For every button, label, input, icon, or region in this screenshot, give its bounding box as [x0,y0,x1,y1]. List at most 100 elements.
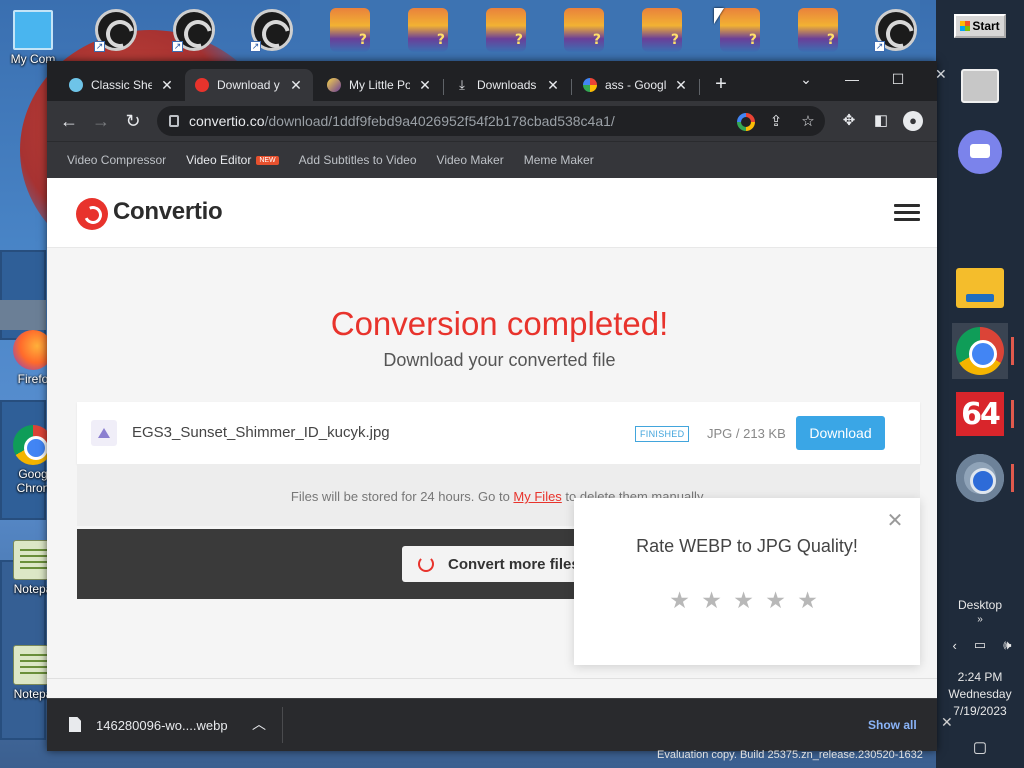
close-icon[interactable]: ✕ [674,77,688,94]
download-shelf-close-icon[interactable]: ✕ [941,714,953,731]
tab-google-search[interactable]: ass - Googl ✕ [573,69,698,101]
site-logo-text[interactable]: Convertio [113,198,223,226]
star-icon[interactable]: ★ [733,588,754,614]
star-icon[interactable]: ★ [765,588,786,614]
download-button[interactable]: Download [796,416,885,450]
address-bar[interactable]: convertio.co/download/1ddf9febd9a4026952… [157,106,825,136]
google-lens-icon[interactable] [737,113,755,131]
start-label: Start [972,19,1000,33]
obs-shortcut[interactable]: ↗ [170,6,218,54]
rating-popup: ✕ Rate WEBP to JPG Quality! ★ ★ ★ ★ ★ [574,498,920,665]
double-chevron-down-icon[interactable]: » [936,614,1024,625]
pony-image-file[interactable] [482,6,530,54]
gear-icon [956,454,1004,502]
close-icon[interactable]: ✕ [546,77,560,94]
chrome-icon [956,327,1004,375]
convertio-icon [195,78,209,92]
new-tab-button[interactable]: + [709,73,733,97]
notification-icon[interactable]: ▢ [936,738,1024,756]
star-icon[interactable]: ★ [701,588,722,614]
pony-image-file[interactable] [638,6,686,54]
hamburger-menu-icon[interactable] [894,204,920,222]
forward-button[interactable]: → [89,109,113,133]
clock-day[interactable]: Wednesday [936,687,1024,701]
pony-image-file[interactable] [326,6,374,54]
chevron-up-icon[interactable]: ︿ [252,714,266,734]
taskbar-chrome-app[interactable] [952,323,1014,379]
maximize-button[interactable]: ☐ [875,65,921,93]
tab-title: Downloads [477,78,537,92]
minimize-button[interactable]: — [829,65,875,93]
taskbar-file-explorer-app[interactable] [952,260,1008,316]
tab-title: ass - Googl [605,78,666,92]
pony-icon [720,8,760,52]
pony-image-file[interactable] [560,6,608,54]
convert-more-files-button[interactable]: Convert more files [402,546,582,582]
convertio-logo-icon[interactable] [76,198,108,230]
pony-image-file[interactable] [404,6,452,54]
obs-shortcut[interactable]: ↗ [92,6,140,54]
clock-time[interactable]: 2:24 PM [936,670,1024,684]
site-nav-label: Meme Maker [523,153,594,167]
taskbar-settings-app[interactable] [952,450,1014,506]
star-rating: ★ ★ ★ ★ ★ [669,588,818,614]
download-icon: ⤓ [459,77,465,92]
pony-icon [330,8,370,52]
site-nav-item[interactable]: Video Maker [437,153,504,167]
site-nav-item[interactable]: Add Subtitles to Video [299,153,417,167]
tab-my-little-pony[interactable]: My Little Po ✕ [317,69,442,101]
star-icon[interactable]: ★ [797,588,818,614]
desktop-toolbar-label[interactable]: Desktop [936,598,1024,612]
tab-strip: Classic Shell ✕ Download y ✕ My Little P… [47,61,937,101]
tab-downloads[interactable]: ⤓ Downloads ✕ [445,69,570,101]
network-icon[interactable]: ▭ [974,637,986,653]
taskbar-c64-app[interactable]: 64 [952,386,1014,442]
chevron-left-icon[interactable]: ‹ [953,638,957,653]
obs-shortcut[interactable]: ↗ [872,6,920,54]
close-icon[interactable]: ✕ [418,77,432,94]
desktop-icon[interactable]: My Com [4,10,62,66]
shortcut-arrow-icon: ↗ [172,41,183,52]
share-icon[interactable]: ⇪ [767,113,785,131]
google-icon [583,78,597,92]
taskbar-snip-app[interactable] [952,58,1008,114]
star-icon[interactable]: ★ [669,588,690,614]
image-file-icon [91,420,117,446]
my-files-link[interactable]: My Files [513,489,561,504]
extensions-icon[interactable]: ✥ [837,109,861,133]
side-panel-icon[interactable]: ◧ [869,109,893,133]
tab-classic-shell[interactable]: Classic Shell ✕ [59,69,184,101]
page-content: Convertio Conversion completed! Download… [47,178,937,698]
site-nav-item[interactable]: Video Editor NEW [186,153,279,167]
tab-search-chevron-icon[interactable]: ⌄ [783,65,829,93]
download-item-name[interactable]: 146280096-wo....webp [96,718,228,733]
volume-icon[interactable]: 🕪 [1003,637,1011,653]
file-icon [69,717,81,732]
obs-shortcut[interactable]: ↗ [248,6,296,54]
site-nav-label: Video Maker [436,153,504,167]
snipping-tool-icon [961,69,999,103]
close-icon[interactable]: ✕ [160,77,174,94]
browser-toolbar: ← → ↻ convertio.co/download/1ddf9febd9a4… [47,101,937,141]
running-indicator [1011,464,1014,492]
background-window-close-icon[interactable]: ✕ [935,66,947,83]
pony-image-file[interactable] [794,6,842,54]
site-nav-item[interactable]: Video Compressor [67,153,166,167]
close-icon[interactable]: ✕ [289,77,303,94]
site-nav-item[interactable]: Meme Maker [524,153,594,167]
close-icon[interactable]: ✕ [886,511,904,531]
reload-button[interactable]: ↻ [121,109,145,133]
download-shelf: 146280096-wo....webp ︿ Show all [47,698,937,751]
running-indicator [1011,337,1014,365]
profile-avatar-icon[interactable]: ● [903,111,923,131]
storage-note-text: Files will be stored for 24 hours. Go to [290,489,514,504]
tab-convertio[interactable]: Download y ✕ [185,69,313,101]
start-button[interactable]: Start [954,14,1006,38]
back-button[interactable]: ← [57,109,81,133]
lock-icon[interactable] [169,115,179,127]
taskbar-teams-app[interactable] [952,124,1008,180]
site-nav-label: Add Subtitles to Video [298,153,417,167]
bookmark-star-icon[interactable]: ☆ [799,113,817,131]
monitor-icon [13,10,53,50]
show-all-downloads-link[interactable]: Show all [868,718,917,732]
